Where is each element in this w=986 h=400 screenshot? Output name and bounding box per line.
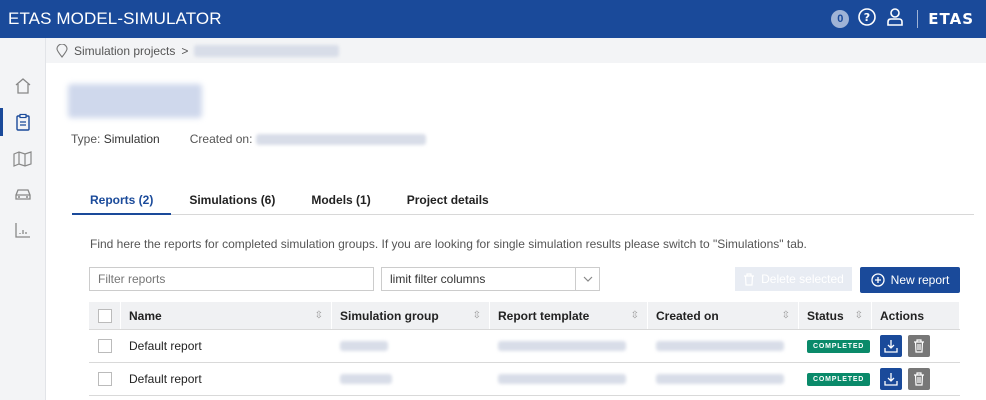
delete-selected-button[interactable]: Delete selected xyxy=(735,267,852,291)
car-icon xyxy=(15,189,31,200)
sort-icon[interactable]: ⇳ xyxy=(631,310,639,321)
created-on-redacted xyxy=(656,341,784,351)
download-icon xyxy=(884,340,898,353)
tab-simulations[interactable]: Simulations (6) xyxy=(171,183,293,215)
status-badge: COMPLETED xyxy=(807,339,871,353)
user-icon[interactable] xyxy=(885,7,905,32)
filter-reports-input[interactable] xyxy=(89,267,374,291)
tab-models[interactable]: Models (1) xyxy=(293,183,388,215)
etas-logo: ETAS xyxy=(917,10,974,28)
new-report-label: New report xyxy=(890,273,950,287)
table-row[interactable]: Default report COMPLETED xyxy=(89,363,960,396)
report-template-redacted xyxy=(498,341,626,351)
clipboard-icon xyxy=(16,113,30,131)
trash-icon xyxy=(914,339,924,353)
column-header-created-on[interactable]: Created on ⇳ xyxy=(648,302,799,329)
project-meta: Type: Simulation Created on: xyxy=(71,132,427,146)
location-pin-icon xyxy=(56,43,68,58)
created-value-redacted xyxy=(256,133,427,145)
tab-bar: Reports (2) Simulations (6) Models (1) P… xyxy=(72,183,974,215)
row-checkbox[interactable] xyxy=(98,372,112,386)
breadcrumb: Simulation projects > xyxy=(46,38,986,63)
breadcrumb-separator: > xyxy=(181,43,189,58)
plus-circle-icon xyxy=(871,273,885,287)
map-icon xyxy=(13,151,32,167)
info-text: Find here the reports for completed simu… xyxy=(90,237,807,251)
breadcrumb-root[interactable]: Simulation projects xyxy=(74,44,175,58)
notification-badge[interactable]: 0 xyxy=(831,10,850,28)
sidebar-item-maps[interactable] xyxy=(0,140,46,176)
select-value: limit filter columns xyxy=(390,272,486,286)
row-checkbox[interactable] xyxy=(98,339,112,353)
table-header-row: Name ⇳ Simulation group ⇳ Report template ⇳… xyxy=(89,302,960,330)
project-title-redacted xyxy=(68,84,202,118)
column-header-simulation-group[interactable]: Simulation group ⇳ xyxy=(332,302,490,329)
chevron-down-icon xyxy=(575,268,599,290)
sort-icon[interactable]: ⇳ xyxy=(473,310,481,321)
home-icon xyxy=(15,78,31,94)
svg-text:?: ? xyxy=(864,11,870,24)
column-header-report-template[interactable]: Report template ⇳ xyxy=(490,302,648,329)
download-button[interactable] xyxy=(880,335,902,357)
select-all-checkbox[interactable] xyxy=(97,308,112,323)
column-header-name[interactable]: Name ⇳ xyxy=(121,302,332,329)
sort-icon[interactable]: ⇳ xyxy=(315,310,323,321)
limit-filter-columns-select[interactable]: limit filter columns xyxy=(381,267,600,291)
breadcrumb-current-redacted xyxy=(194,44,340,57)
tab-project-details[interactable]: Project details xyxy=(389,183,507,215)
sort-icon[interactable]: ⇳ xyxy=(855,310,863,321)
sort-icon[interactable]: ⇳ xyxy=(782,310,790,321)
sidebar-item-projects[interactable] xyxy=(0,104,46,140)
trash-icon xyxy=(914,372,924,386)
column-header-actions: Actions xyxy=(872,302,960,329)
report-template-redacted xyxy=(498,374,626,384)
delete-selected-label: Delete selected xyxy=(761,272,844,286)
sidebar xyxy=(0,38,46,400)
download-button[interactable] xyxy=(880,368,902,390)
reports-table: Name ⇳ Simulation group ⇳ Report template ⇳… xyxy=(89,302,960,396)
top-bar: ETAS MODEL-SIMULATOR 0 ? ETAS xyxy=(0,0,986,38)
column-header-status[interactable]: Status ⇳ xyxy=(799,302,872,329)
tab-reports[interactable]: Reports (2) xyxy=(72,183,172,215)
status-badge: COMPLETED xyxy=(807,372,871,386)
delete-button[interactable] xyxy=(908,335,930,357)
new-report-button[interactable]: New report xyxy=(860,267,960,293)
help-icon[interactable]: ? xyxy=(857,7,877,32)
sidebar-item-home[interactable] xyxy=(0,68,46,104)
delete-button[interactable] xyxy=(908,368,930,390)
simulation-group-redacted xyxy=(340,341,388,351)
download-icon xyxy=(884,373,898,386)
type-label: Type: xyxy=(71,132,101,146)
created-on-redacted xyxy=(656,374,784,384)
type-value: Simulation xyxy=(103,132,160,146)
report-name: Default report xyxy=(129,372,202,386)
sidebar-item-vehicles[interactable] xyxy=(0,176,46,212)
bar-chart-icon xyxy=(15,223,30,238)
report-name: Default report xyxy=(129,339,202,353)
created-label: Created on: xyxy=(189,132,253,146)
app-title: ETAS MODEL-SIMULATOR xyxy=(8,9,222,28)
table-row[interactable]: Default report COMPLETED xyxy=(89,330,960,363)
trash-icon xyxy=(744,272,755,286)
sidebar-item-analytics[interactable] xyxy=(0,212,46,248)
simulation-group-redacted xyxy=(340,374,392,384)
